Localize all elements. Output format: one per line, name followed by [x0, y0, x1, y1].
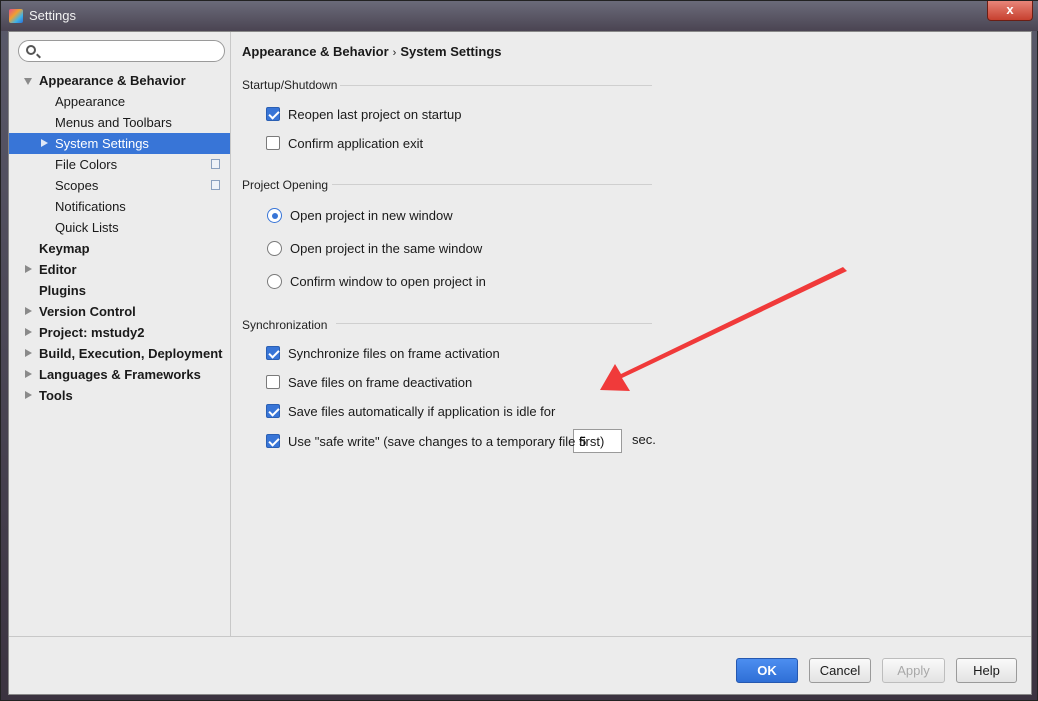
sync-activation-label: Synchronize files on frame activation — [288, 346, 500, 361]
collapse-arrow-icon[interactable] — [25, 349, 32, 357]
breadcrumb-separator: › — [392, 47, 397, 59]
tree-item-quick-lists[interactable]: Quick Lists — [9, 217, 230, 238]
tree-item-menus-and-toolbars[interactable]: Menus and Toolbars — [9, 112, 230, 133]
tree-item-label: Keymap — [39, 241, 90, 256]
collapse-arrow-icon[interactable] — [41, 139, 48, 147]
confirm-window-radio[interactable] — [267, 274, 282, 289]
tree-item-label: File Colors — [55, 157, 118, 172]
reopen-last-label: Reopen last project on startup — [288, 107, 462, 122]
tree-item-label: Version Control — [39, 304, 136, 319]
section-project-opening-title: Project Opening — [242, 178, 329, 192]
breadcrumb-parent: Appearance & Behavior — [242, 44, 389, 59]
app-logo-icon — [9, 9, 23, 23]
tree-item-label: Scopes — [55, 178, 99, 193]
tree-item-build-execution-deployment[interactable]: Build, Execution, Deployment — [9, 343, 230, 364]
apply-button[interactable]: Apply — [882, 658, 945, 683]
breadcrumb: Appearance & Behavior › System Settings — [242, 44, 502, 59]
tree-item-label: Project: mstudy2 — [39, 325, 145, 340]
tree-item-version-control[interactable]: Version Control — [9, 301, 230, 322]
tree-item-notifications[interactable]: Notifications — [9, 196, 230, 217]
settings-sidebar: Appearance & Behavior Appearance Menus and… — [9, 32, 231, 636]
save-idle-checkbox[interactable] — [266, 404, 280, 418]
section-sync-title: Synchronization — [242, 318, 328, 332]
tree-item-label: Tools — [39, 388, 73, 403]
tree-item-appearance-behavior[interactable]: Appearance & Behavior — [9, 70, 230, 91]
collapse-arrow-icon[interactable] — [25, 328, 32, 336]
sync-activation-checkbox[interactable] — [266, 346, 280, 360]
save-deactivation-checkbox[interactable] — [266, 375, 280, 389]
settings-window: Settings x Appearance & Behavior Appearan… — [0, 0, 1038, 701]
save-deactivation-label: Save files on frame deactivation — [288, 375, 473, 390]
cancel-button[interactable]: Cancel — [809, 658, 871, 683]
ok-button[interactable]: OK — [736, 658, 798, 683]
tree-item-system-settings[interactable]: System Settings — [9, 133, 230, 154]
open-new-window-radio[interactable] — [267, 208, 282, 223]
section-divider — [332, 184, 652, 185]
tree-item-scopes[interactable]: Scopes — [9, 175, 230, 196]
search-icon — [26, 45, 36, 55]
tree-item-label: Menus and Toolbars — [55, 115, 172, 130]
collapse-arrow-icon[interactable] — [25, 391, 32, 399]
open-same-window-radio[interactable] — [267, 241, 282, 256]
tree-item-languages-frameworks[interactable]: Languages & Frameworks — [9, 364, 230, 385]
collapse-arrow-icon[interactable] — [25, 265, 32, 273]
tree-item-label: Appearance — [55, 94, 126, 109]
collapse-arrow-icon[interactable] — [25, 370, 32, 378]
expand-arrow-icon[interactable] — [24, 78, 32, 85]
dialog-client: Appearance & Behavior Appearance Menus and… — [8, 31, 1032, 695]
reopen-last-checkbox[interactable] — [266, 107, 280, 121]
open-same-window-label: Open project in the same window — [290, 241, 483, 256]
idle-seconds-unit: sec. — [632, 432, 656, 447]
breadcrumb-current: System Settings — [400, 44, 502, 59]
section-startup-title: Startup/Shutdown — [242, 78, 338, 92]
tree-item-label: Appearance & Behavior — [39, 73, 186, 88]
tree-item-file-colors[interactable]: File Colors — [9, 154, 230, 175]
tree-item-label: System Settings — [55, 136, 149, 151]
project-level-icon — [208, 178, 220, 190]
tree-item-label: Languages & Frameworks — [39, 367, 201, 382]
tree-item-label: Editor — [39, 262, 77, 277]
tree-item-label: Notifications — [55, 199, 126, 214]
tree-item-plugins[interactable]: Plugins — [9, 280, 230, 301]
confirm-window-label: Confirm window to open project in — [290, 274, 486, 289]
save-idle-label: Save files automatically if application … — [288, 404, 556, 419]
section-divider — [336, 323, 652, 324]
tree-item-keymap[interactable]: Keymap — [9, 238, 230, 259]
settings-content: Appearance & Behavior › System Settings St… — [232, 32, 1032, 636]
safe-write-checkbox[interactable] — [266, 434, 280, 448]
project-level-icon — [208, 157, 220, 169]
tree-item-editor[interactable]: Editor — [9, 259, 230, 280]
tree-item-appearance[interactable]: Appearance — [9, 91, 230, 112]
collapse-arrow-icon[interactable] — [25, 307, 32, 315]
help-button[interactable]: Help — [956, 658, 1017, 683]
settings-tree: Appearance & Behavior Appearance Menus and… — [9, 70, 230, 406]
tree-item-project-mstudy2[interactable]: Project: mstudy2 — [9, 322, 230, 343]
tree-item-label: Build, Execution, Deployment — [39, 346, 223, 361]
dialog-footer: OK Cancel Apply Help — [9, 636, 1031, 694]
tree-item-tools[interactable]: Tools — [9, 385, 230, 406]
search-input[interactable] — [41, 43, 219, 59]
open-new-window-label: Open project in new window — [290, 208, 453, 223]
confirm-exit-checkbox[interactable] — [266, 136, 280, 150]
search-box[interactable] — [18, 40, 225, 62]
safe-write-label: Use "safe write" (save changes to a temp… — [288, 434, 605, 449]
section-divider — [340, 85, 652, 86]
window-title: Settings — [29, 8, 76, 23]
title-bar[interactable]: Settings x — [1, 1, 1038, 31]
tree-item-label: Plugins — [39, 283, 86, 298]
confirm-exit-label: Confirm application exit — [288, 136, 424, 151]
close-button[interactable]: x — [987, 1, 1033, 21]
tree-item-label: Quick Lists — [55, 220, 119, 235]
